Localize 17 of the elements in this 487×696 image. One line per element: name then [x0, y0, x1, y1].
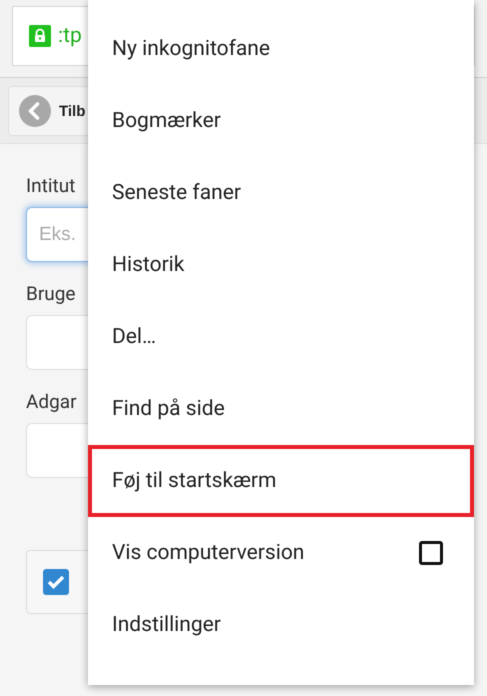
- menu-item[interactable]: Find på side: [88, 373, 474, 445]
- menu-item-label: Vis computerversion: [112, 541, 304, 565]
- checkbox[interactable]: [43, 569, 69, 595]
- menu-item[interactable]: Ny inkognitofane: [88, 13, 474, 85]
- menu-item[interactable]: Del…: [88, 301, 474, 373]
- menu-item[interactable]: Historik: [88, 229, 474, 301]
- back-icon: [19, 95, 51, 127]
- menu-item[interactable]: Vis computerversion: [88, 517, 474, 589]
- field-label: Adgar: [26, 390, 77, 413]
- menu-item[interactable]: Seneste faner: [88, 157, 474, 229]
- menu-item[interactable]: Føj til startskærm: [88, 445, 474, 517]
- check-icon: [47, 575, 65, 589]
- url-text: :tp: [58, 24, 82, 48]
- field-label: Bruge: [26, 282, 76, 305]
- field-label: Intitut: [26, 174, 76, 197]
- menu-item[interactable]: Indstillinger: [88, 589, 474, 661]
- checkbox[interactable]: [419, 541, 443, 565]
